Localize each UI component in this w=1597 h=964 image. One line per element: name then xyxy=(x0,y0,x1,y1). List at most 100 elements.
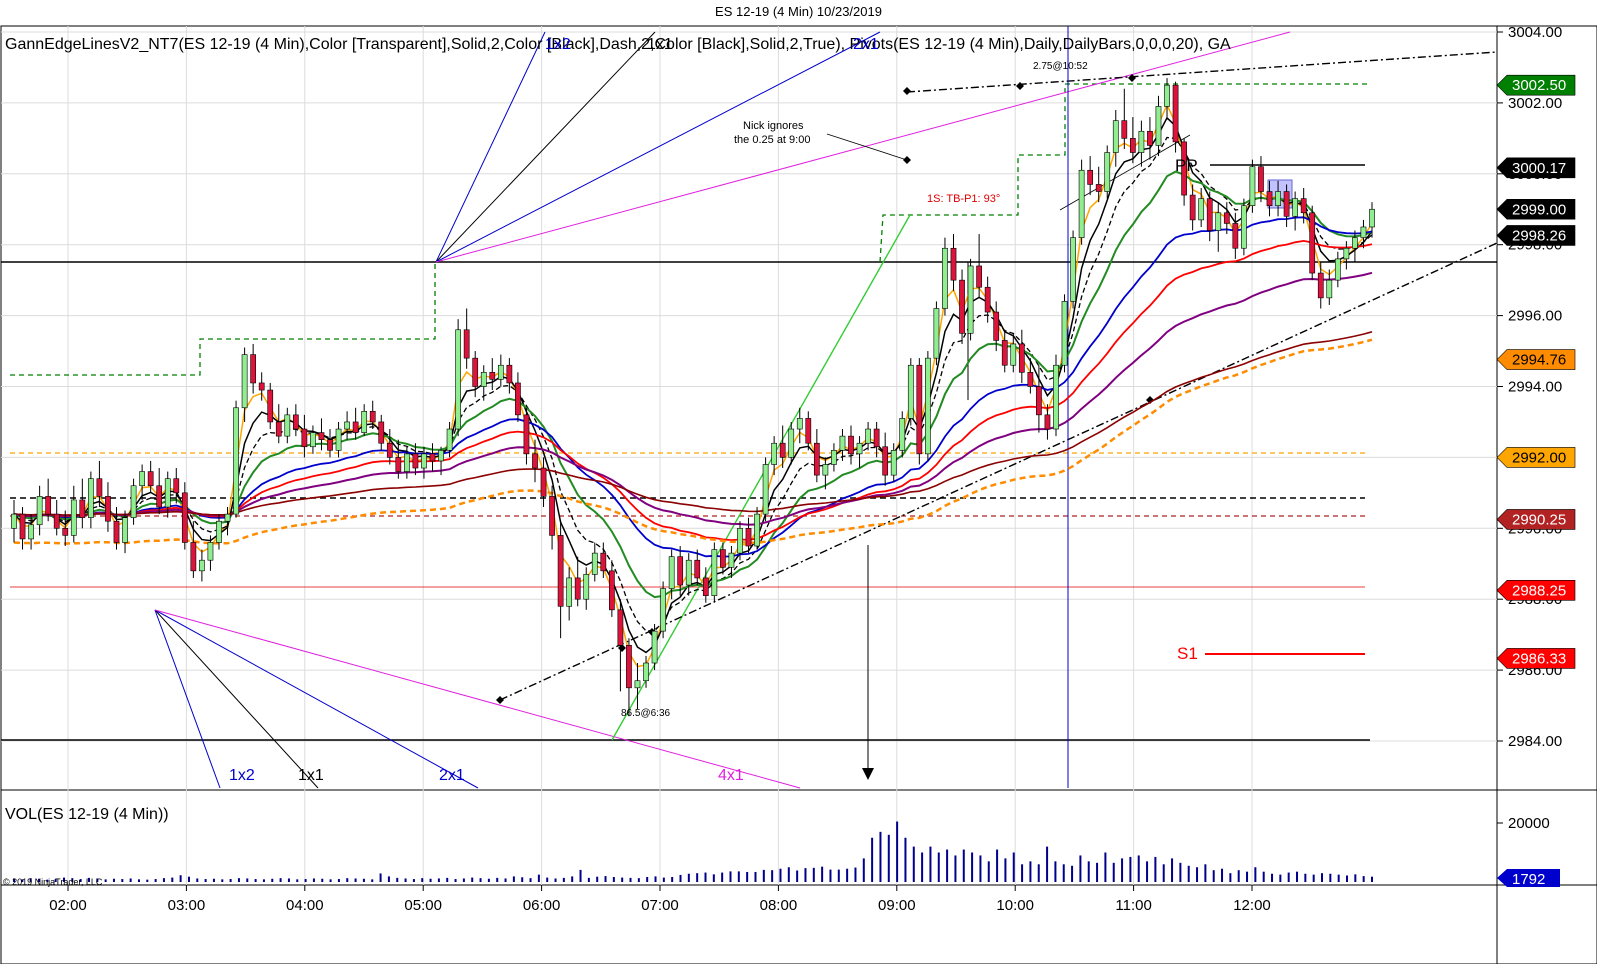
candle-body xyxy=(1317,272,1324,299)
candle-body xyxy=(907,364,914,419)
candle-body xyxy=(899,418,906,451)
candle-body xyxy=(805,418,812,444)
volume-bar xyxy=(671,876,674,882)
candle-body xyxy=(1198,198,1205,221)
volume-bar xyxy=(1104,852,1107,882)
candle-body xyxy=(848,435,854,455)
volume-bar xyxy=(121,879,124,882)
candle-body xyxy=(831,450,837,465)
candle-body xyxy=(745,527,752,547)
time-tick-label: 12:00 xyxy=(1233,897,1271,914)
price-label: 2992.00 xyxy=(1512,449,1566,466)
candle-body xyxy=(53,513,60,529)
volume-bar xyxy=(154,879,157,882)
volume-bar xyxy=(921,852,924,882)
volume-bar xyxy=(496,877,499,882)
candle-body xyxy=(942,247,948,309)
candle-body xyxy=(557,535,564,607)
candle-body xyxy=(583,574,590,600)
chart-canvas[interactable]: 2984.002986.002988.002990.002992.002994.… xyxy=(0,0,1597,964)
volume-bar xyxy=(1246,871,1249,882)
volume-bar xyxy=(346,878,349,882)
volume-bar xyxy=(954,855,957,882)
candle-body xyxy=(933,308,940,359)
candle-body xyxy=(318,432,325,440)
volume-bar xyxy=(1029,861,1032,882)
candle-body xyxy=(310,432,316,448)
candle-body xyxy=(241,354,248,409)
candle-body xyxy=(728,552,735,568)
volume-bar xyxy=(1129,856,1132,882)
candle-body xyxy=(1206,198,1213,231)
volume-bar xyxy=(504,878,507,882)
candle-body xyxy=(685,559,692,586)
candle-body xyxy=(233,407,239,515)
volume-bar xyxy=(1004,858,1007,882)
volume-bar xyxy=(612,876,615,882)
volume-bar xyxy=(204,879,207,882)
candle-body xyxy=(754,513,760,547)
time-tick-label: 04:00 xyxy=(286,897,324,914)
price-label: 2990.25 xyxy=(1512,511,1566,528)
candle-body xyxy=(967,265,974,334)
volume-bar xyxy=(262,879,265,882)
candle-body xyxy=(19,513,26,540)
fan-low-1x1-line xyxy=(154,609,319,789)
diamond-marker xyxy=(903,156,911,164)
fan-low-2x1-line xyxy=(154,609,479,789)
volume-bar xyxy=(246,878,249,882)
volume-group xyxy=(13,821,1373,882)
volume-bar xyxy=(812,867,815,882)
price-tick-label: 3004.00 xyxy=(1508,24,1562,41)
time-tick-label: 05:00 xyxy=(404,897,442,914)
ma-orange-fast xyxy=(13,102,1373,668)
fan-high-2x1-line xyxy=(435,31,881,263)
candle-body xyxy=(1343,247,1350,260)
candle-body xyxy=(771,442,778,465)
candle-body xyxy=(822,464,829,476)
volume-bar xyxy=(754,871,757,882)
volume-bar xyxy=(979,855,982,882)
candle-body xyxy=(796,418,803,430)
candle-body xyxy=(1275,191,1281,207)
volume-bar xyxy=(1054,861,1057,882)
candle-body xyxy=(1027,372,1034,387)
volume-bar xyxy=(821,866,824,882)
candle-body xyxy=(1232,223,1239,249)
volume-bar xyxy=(437,878,440,882)
time-tick-label: 02:00 xyxy=(49,897,87,914)
candle-body xyxy=(540,467,547,497)
candle-body xyxy=(984,286,991,313)
volume-bar xyxy=(762,869,765,882)
volume-bar xyxy=(1121,858,1124,882)
time-tick-label: 11:00 xyxy=(1115,897,1151,914)
volume-bar xyxy=(1154,856,1157,882)
volume-bar xyxy=(162,878,165,882)
pivot-pp-label: PP xyxy=(1175,156,1198,175)
volume-bar xyxy=(654,876,657,882)
volume-bar xyxy=(796,870,799,882)
ma-purple xyxy=(13,271,1373,526)
volume-bar xyxy=(362,878,365,882)
candle-body xyxy=(267,389,274,423)
fan-low-4x1-label: 4x1 xyxy=(718,767,744,784)
price-label: 2998.26 xyxy=(1512,227,1566,244)
candle-body xyxy=(1369,208,1375,228)
candle-body xyxy=(1326,279,1333,299)
volume-bar xyxy=(729,871,732,882)
volume-bar xyxy=(171,877,174,882)
candle-body xyxy=(199,559,205,572)
volume-bar xyxy=(621,877,624,882)
ma-black xyxy=(13,116,1373,654)
volume-bar xyxy=(546,877,549,882)
candle-body xyxy=(668,556,675,589)
candle-body xyxy=(779,442,786,458)
volume-bar xyxy=(1312,874,1315,882)
volume-bar xyxy=(137,879,140,882)
candle-body xyxy=(1010,343,1017,366)
volume-bar xyxy=(662,877,665,882)
time-tick-label: 06:00 xyxy=(523,897,561,914)
candle-body xyxy=(523,414,530,455)
volume-bar xyxy=(1279,874,1282,882)
volume-bar xyxy=(987,861,990,882)
